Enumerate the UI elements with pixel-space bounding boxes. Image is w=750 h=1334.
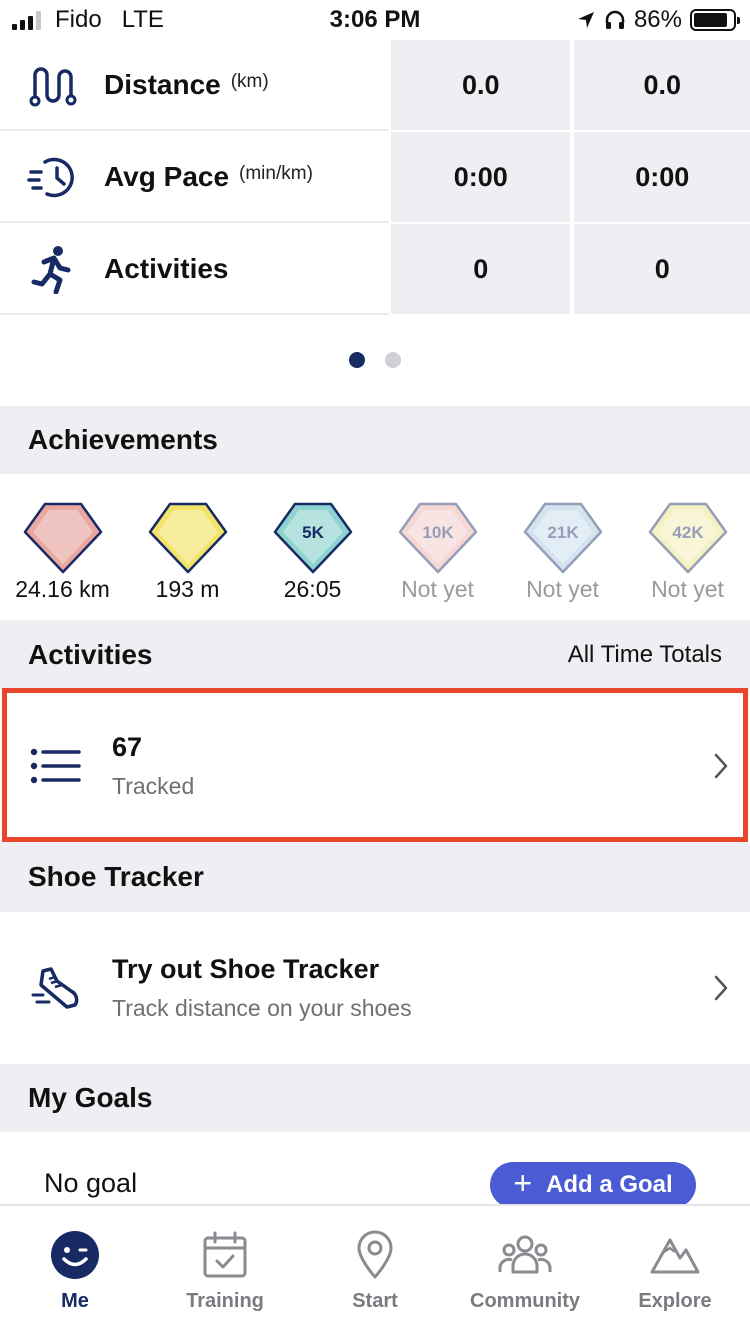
achievement-badge-icon [148,502,227,574]
badge-text: 21K [547,523,579,542]
tab-label: Explore [638,1290,712,1312]
location-arrow-icon [577,12,594,28]
badge-text: 10K [422,523,454,542]
shoe-tracker-title: Try out Shoe Tracker [112,954,380,984]
section-title: Shoe Tracker [28,861,204,892]
route-icon [0,63,104,107]
section-title: Achievements [28,424,218,455]
shoe-icon [0,965,112,1011]
chevron-right-icon [692,752,750,780]
achievements-header: Achievements [0,406,750,474]
tab-me[interactable]: Me [0,1206,150,1334]
achievement-badge[interactable]: 10K Not yet [375,474,500,620]
stat-value: 0.0 [574,40,750,130]
activity-count: 67 [112,732,143,762]
tab-training[interactable]: Training [150,1206,300,1334]
shoe-tracker-subtitle: Track distance on your shoes [112,995,412,1021]
tab-label: Community [470,1290,580,1312]
status-right: 86% [576,6,740,34]
achievements-row[interactable]: 24.16 km 193 m 5K 26:05 10K Not yet 21K Not yet… [0,474,750,620]
activity-count-label: Tracked [112,773,195,799]
tab-label: Me [61,1290,89,1312]
status-bar: Fido LTE 3:06 PM 86% [0,0,750,40]
battery-icon [690,9,740,31]
achievement-label: Not yet [401,576,474,602]
plus-icon: + [513,1165,532,1201]
achievement-label: Not yet [651,576,724,602]
achievement-label: 24.16 km [15,576,110,602]
stat-row-activities: Activities 0 0 [0,224,750,316]
achievement-label: 26:05 [283,576,342,602]
badge-text: 5K [302,523,324,542]
section-title: My Goals [28,1082,153,1113]
achievement-badge[interactable]: 24.16 km [0,474,125,620]
stat-unit: (km) [230,70,269,92]
all-time-totals-label: All Time Totals [567,641,722,668]
stat-row-avg-pace: Avg Pace (min/km) 0:00 0:00 [0,132,750,224]
stat-name: Distance [104,68,221,100]
achievement-badge[interactable]: 193 m [125,474,250,620]
shoe-tracker-header: Shoe Tracker [0,842,750,912]
achievement-label: 193 m [155,576,220,602]
achievement-badge[interactable]: 42K Not yet [625,474,750,620]
stat-value: 0:00 [390,132,571,222]
section-title: Activities [28,639,153,670]
goal-status: No goal [44,1168,138,1198]
stat-unit: (min/km) [239,162,313,184]
pace-clock-icon [0,154,104,200]
achievement-badge[interactable]: 5K 26:05 [250,474,375,620]
people-icon [498,1235,552,1274]
activities-header: Activities All Time Totals [0,620,750,690]
achievement-badge-icon [23,502,102,574]
page-dot-active[interactable] [349,352,365,368]
page-indicator[interactable] [0,352,750,368]
list-icon [0,748,112,784]
tracked-activities-item[interactable]: 67 Tracked [0,690,750,842]
achievement-badge-icon: 21K [523,502,602,574]
smiley-icon [51,1231,99,1279]
tab-community[interactable]: Community [450,1206,600,1334]
stat-value: 0:00 [574,132,750,222]
add-goal-button[interactable]: + Add a Goal [490,1162,696,1208]
goal-row: No goal + Add a Goal [0,1132,750,1208]
headphones-icon [605,10,625,29]
runner-icon [0,244,104,294]
stat-value: 0 [574,224,750,314]
mountains-icon [650,1238,700,1274]
location-pin-icon [357,1230,393,1279]
battery-percent: 86% [633,6,682,33]
stat-row-distance: Distance (km) 0.0 0.0 [0,40,750,132]
tab-bar[interactable]: Me Training Start Community Explore [0,1204,750,1334]
tab-label: Start [352,1290,398,1312]
achievement-badge[interactable]: 21K Not yet [500,474,625,620]
stat-name: Activities [104,252,229,284]
achievement-badge-icon: 10K [398,502,477,574]
tab-start[interactable]: Start [300,1206,450,1334]
stat-name: Avg Pace [104,160,230,192]
stat-value: 0.0 [390,40,571,130]
achievement-badge-icon: 42K [648,502,727,574]
stat-value: 0 [390,224,571,314]
stats-table[interactable]: Distance (km) 0.0 0.0 Avg Pace (min/km) … [0,40,750,316]
tab-label: Training [186,1290,264,1312]
chevron-right-icon [692,974,750,1002]
add-goal-label: Add a Goal [546,1171,673,1198]
page-dot[interactable] [385,352,401,368]
calendar-icon [203,1231,247,1278]
achievement-label: Not yet [526,576,599,602]
tab-explore[interactable]: Explore [600,1206,750,1334]
my-goals-header: My Goals [0,1064,750,1132]
badge-text: 42K [672,523,704,542]
shoe-tracker-item[interactable]: Try out Shoe Tracker Track distance on y… [0,912,750,1064]
achievement-badge-icon: 5K [273,502,352,574]
